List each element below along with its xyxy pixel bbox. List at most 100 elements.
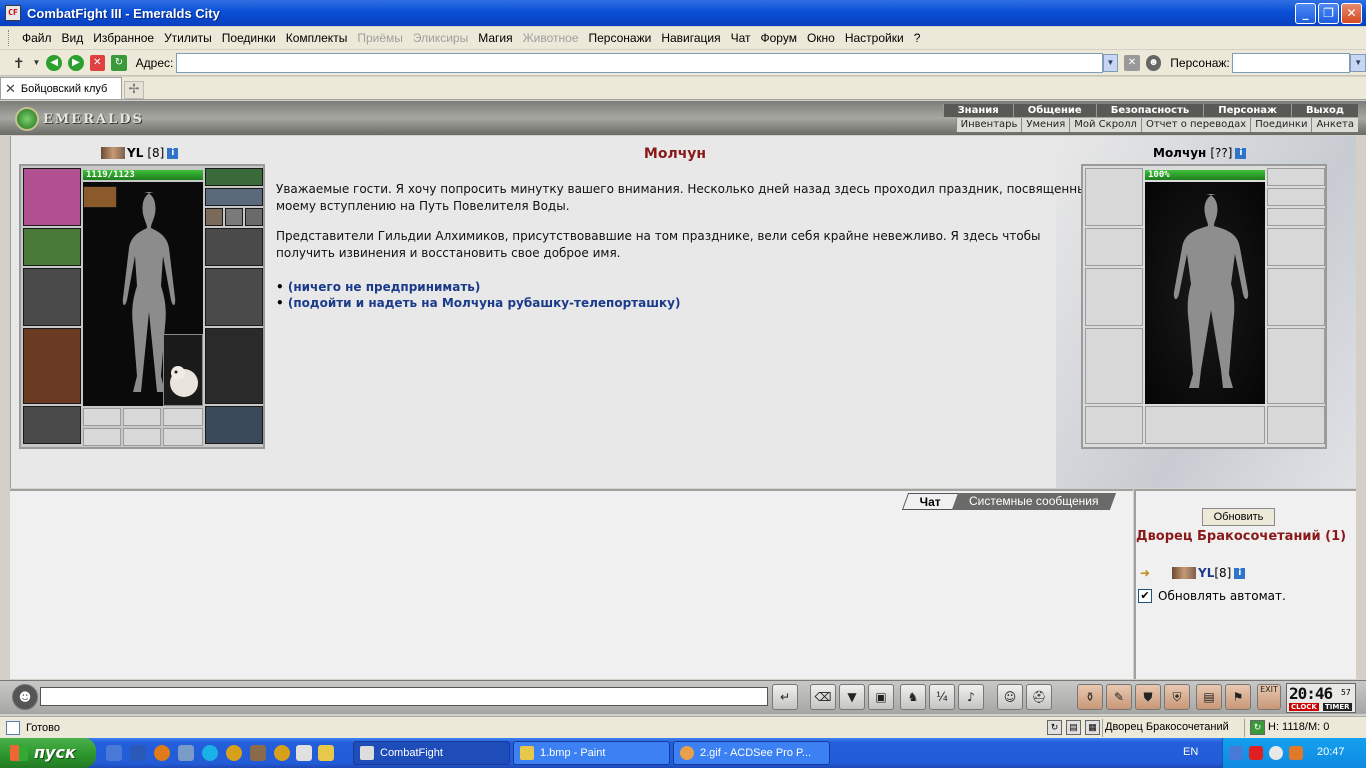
nav-secondary-2[interactable]: Мой Скролл (1069, 118, 1141, 132)
belt-slot[interactable] (23, 406, 81, 444)
ql-nuclear-icon[interactable] (226, 745, 242, 761)
left-weapon-slot[interactable] (23, 268, 81, 326)
persons-icon[interactable]: ☻ (1145, 54, 1162, 71)
necklace-slot[interactable] (205, 188, 263, 206)
ql-firefox-icon[interactable] (154, 745, 170, 761)
exit-icon[interactable]: EXIT (1257, 684, 1281, 710)
scroll-icon[interactable]: ✎ (1106, 684, 1132, 710)
helmet-icon[interactable]: ⛑ (1026, 684, 1052, 710)
menu-item-12[interactable]: Чат (726, 31, 756, 45)
npc-gloves-slot[interactable] (1267, 228, 1325, 266)
forward-icon[interactable]: ▶ (68, 54, 84, 71)
address-input[interactable] (176, 52, 1103, 73)
status-hp-refresh-icon[interactable]: ↻ (1250, 720, 1265, 735)
translit-icon[interactable]: ¼ (929, 684, 955, 710)
ql-msn-icon[interactable] (130, 745, 146, 761)
ql-cf-icon[interactable] (296, 745, 312, 761)
ql-bear-icon[interactable] (250, 745, 266, 761)
npc-weapon-slot[interactable] (1085, 268, 1143, 326)
rune-slot-1[interactable] (83, 428, 121, 446)
npc-rings-slot[interactable] (1267, 208, 1325, 226)
eraser-icon[interactable]: ⌫ (810, 684, 836, 710)
npc-info-icon[interactable]: i (1235, 147, 1247, 159)
smiley-icon[interactable]: ☺ (997, 684, 1023, 710)
tab-fight-club[interactable]: ✕ Бойцовский клуб (0, 77, 122, 99)
nav-primary-3[interactable]: Персонаж (1203, 104, 1291, 117)
ring-slot-1[interactable] (83, 408, 121, 426)
chat-area[interactable]: Чат Системные сообщения (10, 489, 1133, 679)
clear-icon[interactable]: ✕ (1124, 54, 1140, 71)
nav-primary-1[interactable]: Общение (1012, 104, 1096, 117)
task-combatfight[interactable]: CombatFight (353, 741, 510, 765)
menu-item-0[interactable]: Файл (17, 31, 57, 45)
new-tab-icon[interactable]: ✢ (124, 81, 144, 99)
menu-item-14[interactable]: Окно (802, 31, 840, 45)
armor-slot[interactable] (23, 328, 81, 404)
status-doc-icon[interactable]: ▤ (1066, 720, 1081, 735)
tab-close-icon[interactable]: ✕ (5, 81, 16, 97)
flag-icon[interactable]: ⚑ (1225, 684, 1251, 710)
clock-button[interactable]: CLOCK (1289, 703, 1319, 711)
ql-skype-icon[interactable] (202, 745, 218, 761)
npc-bracers-slot[interactable] (1085, 228, 1143, 266)
menu-item-4[interactable]: Поединки (217, 31, 281, 45)
scroll-slot-1[interactable] (205, 208, 223, 226)
ql-app-icon[interactable] (178, 745, 194, 761)
menu-item-3[interactable]: Утилиты (159, 31, 217, 45)
pet-slot[interactable] (163, 334, 203, 406)
timer-button[interactable]: TIMER (1323, 703, 1352, 711)
potion-icon[interactable]: ⚱ (1077, 684, 1103, 710)
reload-icon[interactable]: ↻ (111, 54, 127, 71)
menu-item-2[interactable]: Избранное (88, 31, 159, 45)
menu-item-15[interactable]: Настройки (840, 31, 909, 45)
npc-belt-slot[interactable] (1085, 406, 1143, 444)
nav-secondary-1[interactable]: Умения (1021, 118, 1069, 132)
back-icon[interactable]: ◀ (46, 54, 63, 71)
menu-item-8[interactable]: Магия (473, 31, 517, 45)
tab-chat[interactable]: Чат (901, 493, 959, 510)
status-map-icon[interactable]: ▦ (1085, 720, 1100, 735)
menu-item-13[interactable]: Форум (756, 31, 802, 45)
menu-item-5[interactable]: Комплекты (281, 31, 353, 45)
tray-antivirus-icon[interactable] (1249, 746, 1263, 760)
private-message-icon[interactable]: ➜ (1140, 566, 1158, 580)
player-info-icon[interactable]: i (167, 147, 179, 159)
player-name[interactable]: YL (127, 146, 143, 160)
address-dropdown-icon[interactable]: ▼ (1102, 53, 1119, 72)
tray-app-icon[interactable] (1289, 746, 1303, 760)
nav-secondary-5[interactable]: Анкета (1311, 118, 1358, 132)
dialog-option-teleport-shirt[interactable]: (подойти и надеть на Молчуна рубашку-тел… (276, 295, 681, 311)
scroll-slot-2[interactable] (225, 208, 243, 226)
persona-select[interactable] (1231, 52, 1351, 73)
ring-slot-3[interactable] (163, 408, 203, 426)
tray-sound-icon[interactable] (1269, 746, 1283, 760)
minimize-button[interactable]: _ (1295, 3, 1316, 24)
npc-name[interactable]: Молчун (1153, 146, 1206, 160)
nav-primary-0[interactable]: Знания (942, 104, 1013, 117)
chat-head-icon[interactable]: ☻ (12, 684, 38, 710)
menu-item-9[interactable]: Животное (518, 31, 584, 45)
language-indicator[interactable]: EN (1183, 746, 1198, 758)
leggings-slot[interactable] (205, 328, 263, 404)
right-weapon-slot[interactable] (205, 268, 263, 326)
nav-secondary-4[interactable]: Поединки (1250, 118, 1311, 132)
dialog-option-nothing[interactable]: (ничего не предпринимать) (276, 279, 680, 295)
ql-ie-icon[interactable] (106, 745, 122, 761)
tab-system-messages[interactable]: Системные сообщения (952, 493, 1117, 510)
status-refresh-icon[interactable]: ↻ (1047, 720, 1062, 735)
nav-primary-4[interactable]: Выход (1290, 104, 1358, 117)
menu-item-11[interactable]: Навигация (656, 31, 725, 45)
rune-slot-2[interactable] (123, 428, 161, 446)
npc-boots-slot[interactable] (1267, 406, 1325, 444)
room-user-name[interactable]: YL (1198, 566, 1214, 580)
ring-slot-2[interactable] (123, 408, 161, 426)
persona-dropdown-icon[interactable]: ▼ (1350, 53, 1366, 72)
gloves-slot[interactable] (23, 228, 81, 266)
maximize-button[interactable]: ❐ (1318, 3, 1339, 24)
sound-icon[interactable]: ♪ (958, 684, 984, 710)
cross-icon[interactable]: ✝ (11, 55, 27, 71)
menu-item-7[interactable]: Эликсиры (408, 31, 473, 45)
room-user-info-icon[interactable]: i (1234, 567, 1246, 579)
task-acdsee[interactable]: 2.gif - ACDSee Pro P... (673, 741, 830, 765)
menu-item-10[interactable]: Персонажи (584, 31, 657, 45)
